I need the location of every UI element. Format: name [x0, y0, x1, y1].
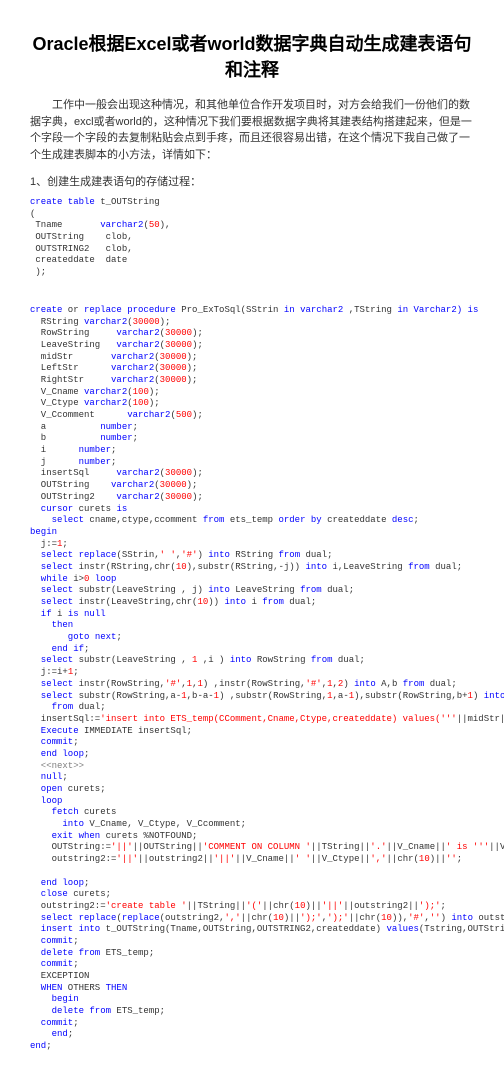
step-1-label: 1、创建生成建表语句的存储过程：: [30, 173, 474, 189]
code-block-2: create or replace procedure Pro_ExToSql(…: [30, 305, 474, 1053]
intro-paragraph: 工作中一般会出现这种情况，和其他单位合作开发项目时，对方会给我们一份他们的数据字…: [30, 97, 474, 163]
page-title: Oracle根据Excel或者world数据字典自动生成建表语句和注释: [30, 30, 474, 82]
code-block-1: create table t_OUTString ( Tname varchar…: [30, 197, 474, 279]
